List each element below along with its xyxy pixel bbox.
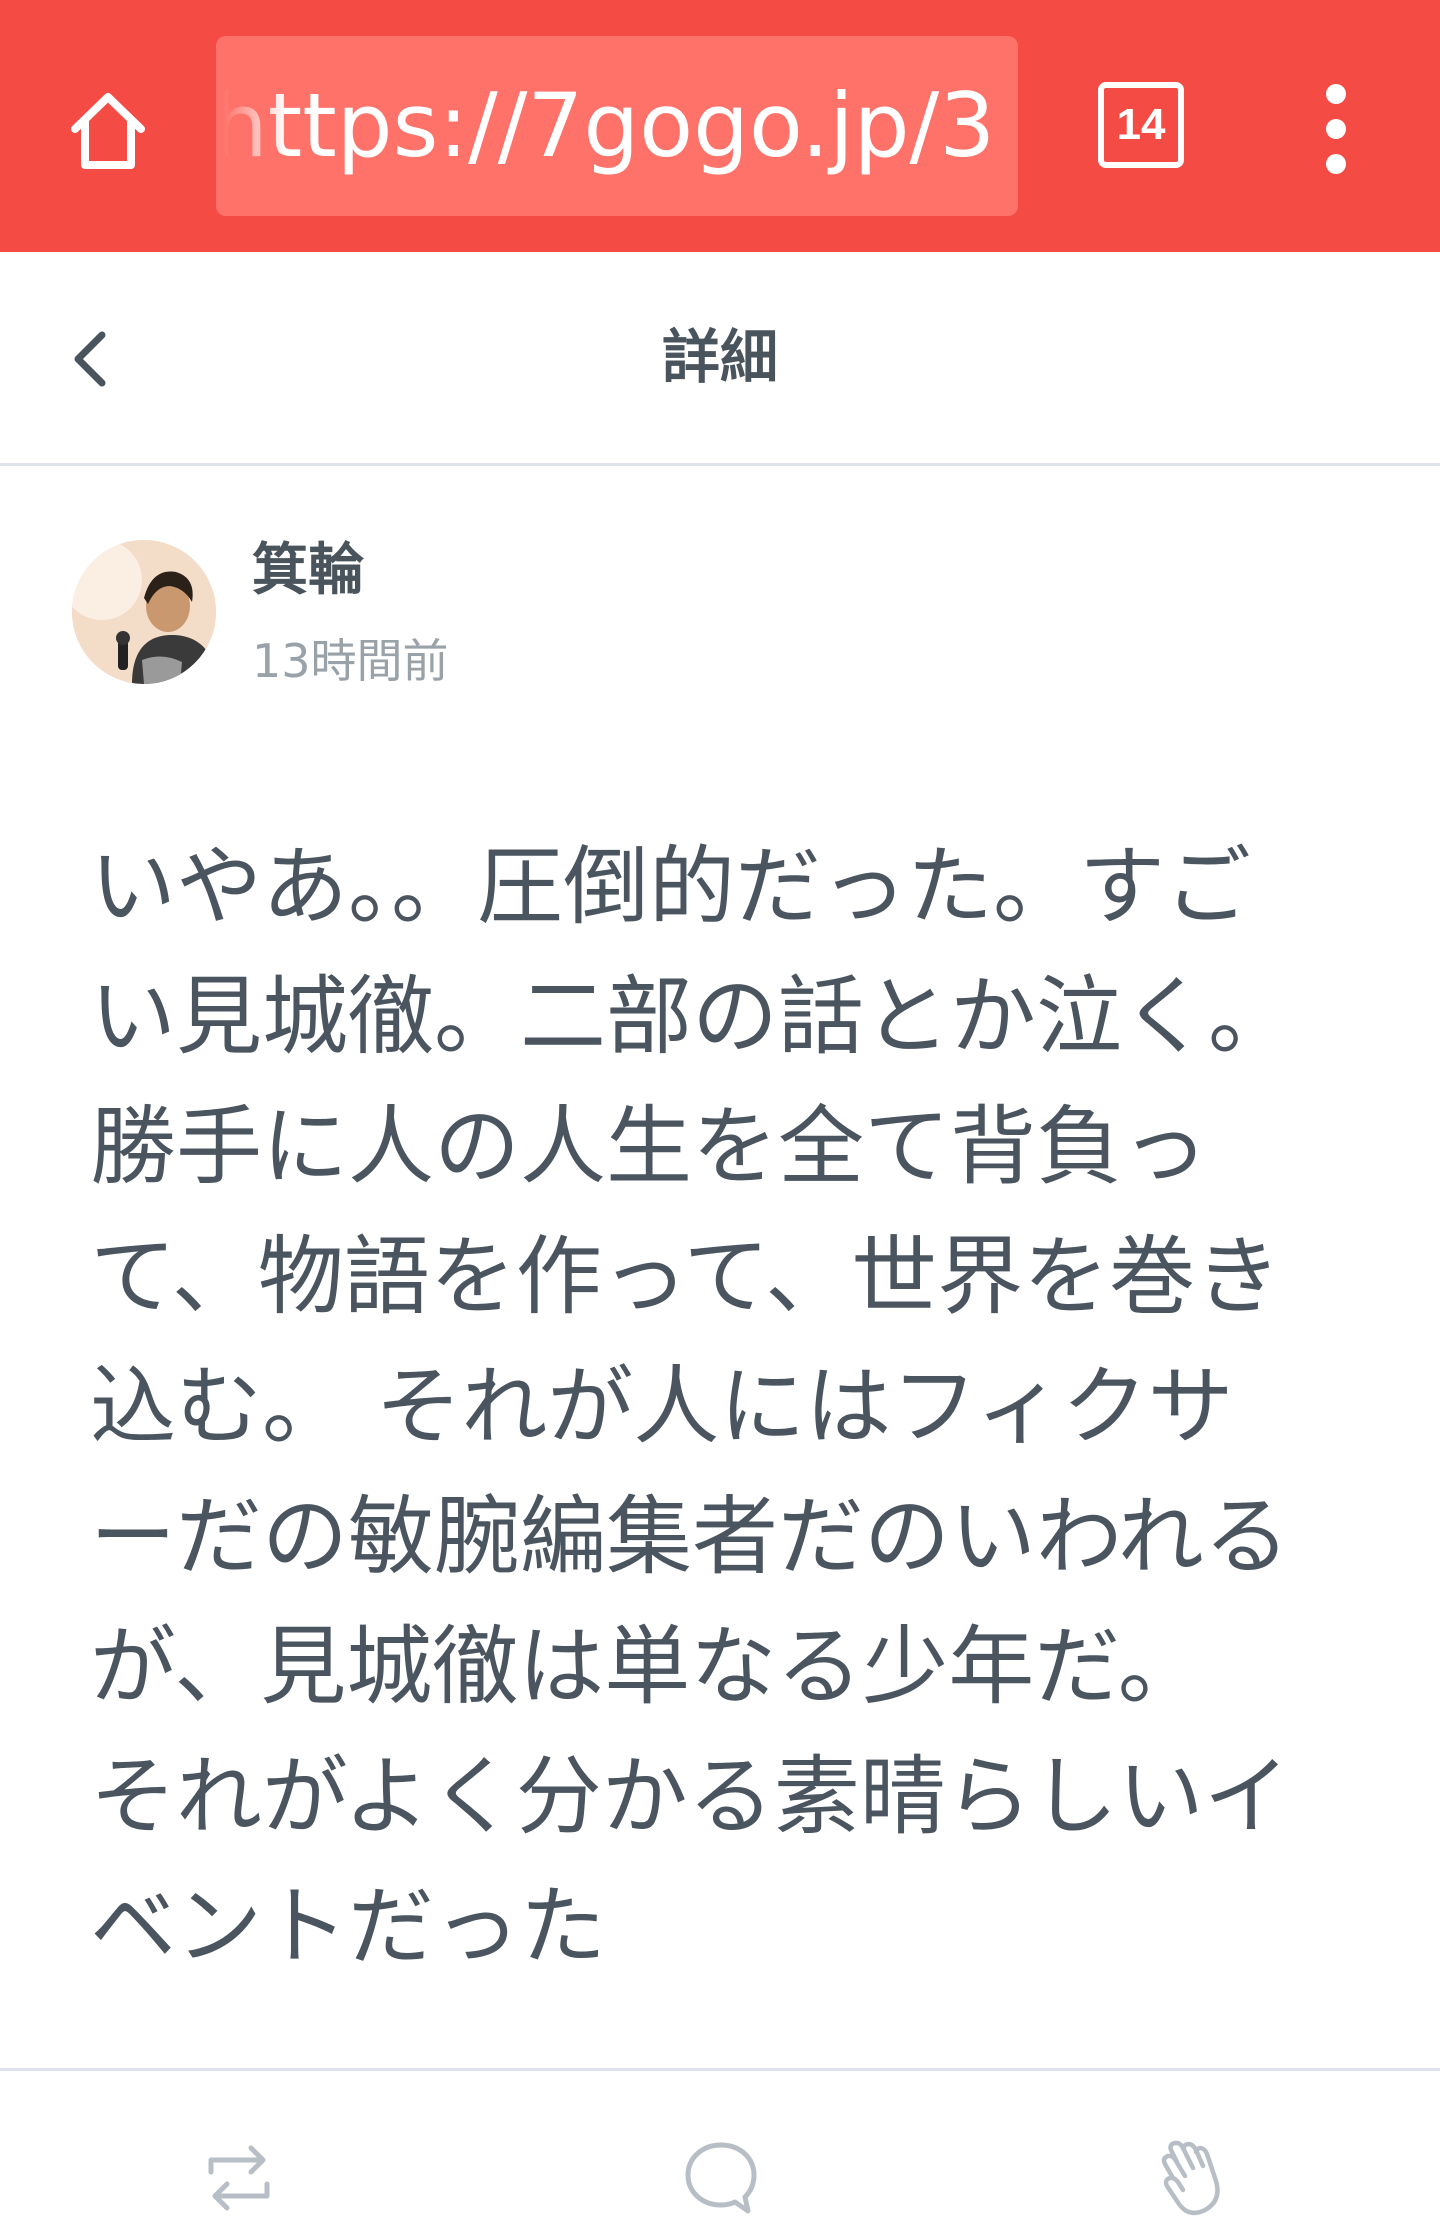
menu-dot xyxy=(1326,84,1346,104)
url-fade xyxy=(216,36,286,216)
post-line: いやあ。。圧倒的だった。すご xyxy=(90,837,1251,937)
author-name[interactable]: 箕輪 xyxy=(252,525,364,606)
app-header: 詳細 xyxy=(0,252,1440,466)
post-body: いやあ。。圧倒的だった。すご い見城徹。二部の話とか泣く。 勝手に人の人生を全て… xyxy=(90,822,1370,1992)
post-line: て、物語を作って、世界を巻き xyxy=(90,1227,1282,1327)
browser-toolbar: https://7gogo.jp/3 14 xyxy=(0,0,1440,252)
post-line: 込む。 それが人にはフィクサ xyxy=(90,1357,1234,1457)
page-title: 詳細 xyxy=(661,323,778,391)
menu-dot xyxy=(1326,154,1346,174)
menu-dot xyxy=(1326,119,1346,139)
post-line: ベントだった xyxy=(90,1877,606,1977)
post-line: それがよく分かる素晴らしいイ xyxy=(90,1747,1290,1847)
overflow-menu-icon[interactable] xyxy=(1312,84,1360,174)
repost-icon[interactable] xyxy=(194,2133,284,2223)
post-line: 勝手に人の人生を全て背負っ xyxy=(90,1097,1208,1197)
action-bar xyxy=(0,2071,1440,2236)
comment-icon[interactable] xyxy=(676,2133,766,2223)
home-icon[interactable] xyxy=(58,80,158,180)
tab-count: 14 xyxy=(1116,100,1166,149)
url-text: https://7gogo.jp/3 xyxy=(216,74,996,177)
post-line: が、見城徹は単なる少年だ。 xyxy=(90,1617,1204,1717)
post-timestamp: 13時間前 xyxy=(252,634,449,688)
clap-icon[interactable] xyxy=(1148,2133,1238,2223)
avatar[interactable] xyxy=(72,540,216,684)
url-bar[interactable]: https://7gogo.jp/3 xyxy=(216,36,1018,216)
tab-switcher-button[interactable]: 14 xyxy=(1098,82,1184,168)
post-line: ーだの敏腕編集者だのいわれる xyxy=(90,1487,1290,1587)
post-line: い見城徹。二部の話とか泣く。 xyxy=(90,967,1294,1067)
